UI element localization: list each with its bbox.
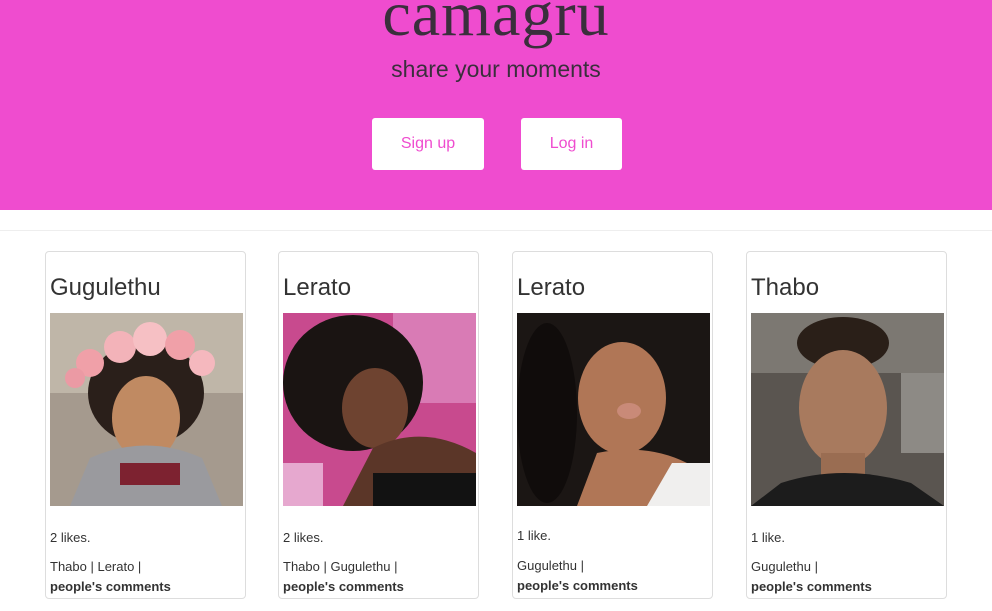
- post-card: Gugulethu 2 likes. Thabo | Lerato | peop…: [45, 251, 246, 599]
- likes-count: 2 likes.: [283, 530, 324, 545]
- likes-count: 2 likes.: [50, 530, 91, 545]
- post-photo[interactable]: [283, 313, 476, 506]
- comments-link[interactable]: people's comments: [50, 579, 171, 594]
- comments-link[interactable]: people's comments: [751, 579, 872, 594]
- divider: [0, 230, 992, 231]
- signup-button[interactable]: Sign up: [372, 118, 484, 170]
- post-author: Lerato: [517, 274, 586, 301]
- hero-banner: camagru share your moments Sign up Log i…: [0, 0, 992, 210]
- post-card: Thabo 1 like. Gugulethu | people's comme…: [746, 251, 947, 599]
- tagline: share your moments: [391, 56, 601, 82]
- likes-count: 1 like.: [517, 528, 551, 543]
- comments-link[interactable]: people's comments: [517, 578, 638, 593]
- comments-link[interactable]: people's comments: [283, 579, 404, 594]
- likes-count: 1 like.: [751, 530, 785, 545]
- brand-title: camagru: [382, 0, 610, 49]
- commenters-list: Thabo | Gugulethu |: [283, 559, 398, 574]
- commenters-list: Thabo | Lerato |: [50, 559, 142, 574]
- post-author: Lerato: [283, 274, 352, 301]
- post-card: Lerato 2 likes. Thabo | Gugulethu | peop…: [278, 251, 479, 599]
- post-card: Lerato 1 like. Gugulethu | people's comm…: [512, 251, 713, 599]
- post-author: Thabo: [751, 274, 820, 301]
- commenters-list: Gugulethu |: [751, 559, 818, 574]
- login-button[interactable]: Log in: [521, 118, 622, 170]
- post-photo[interactable]: [751, 313, 944, 506]
- commenters-list: Gugulethu |: [517, 558, 584, 573]
- post-photo[interactable]: [50, 313, 243, 506]
- post-photo[interactable]: [517, 313, 710, 506]
- post-author: Gugulethu: [50, 274, 161, 301]
